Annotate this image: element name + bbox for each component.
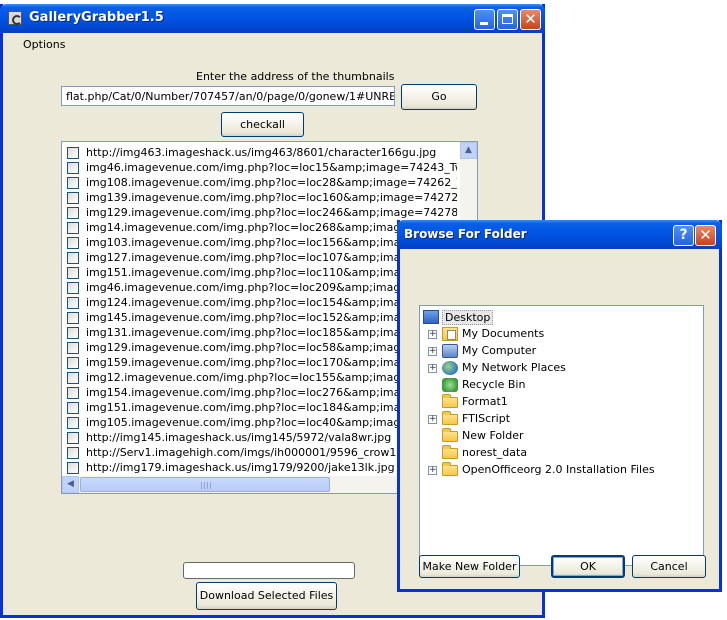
my-computer-icon xyxy=(442,344,458,358)
item-url: img108.imagevenue.com/img.php?loc=loc28&… xyxy=(86,176,457,189)
item-checkbox[interactable] xyxy=(67,462,79,474)
item-url: img129.imagevenue.com/img.php?loc=loc246… xyxy=(86,206,457,219)
item-checkbox[interactable] xyxy=(67,432,79,444)
item-checkbox[interactable] xyxy=(67,342,79,354)
tree-item-label: Recycle Bin xyxy=(462,378,526,391)
cancel-button[interactable]: Cancel xyxy=(632,555,706,578)
item-url: http://Serv1.imagehigh.com/imgs/ih000001… xyxy=(86,446,437,459)
checkall-button[interactable]: checkall xyxy=(221,112,304,137)
tree-item-label: My Documents xyxy=(462,327,545,340)
folder-icon xyxy=(442,394,458,408)
tree-item-label: norest_data xyxy=(462,446,528,459)
menu-options[interactable]: Options xyxy=(23,38,65,51)
expand-plus-icon[interactable]: + xyxy=(428,466,437,475)
address-input[interactable]: flat.php/Cat/0/Number/707457/an/0/page/0… xyxy=(61,86,395,106)
folder-icon xyxy=(442,428,458,442)
make-new-folder-button[interactable]: Make New Folder xyxy=(419,555,520,578)
desktop-icon xyxy=(423,310,439,324)
item-checkbox[interactable] xyxy=(67,282,79,294)
item-checkbox[interactable] xyxy=(67,162,79,174)
item-checkbox[interactable] xyxy=(67,222,79,234)
list-item[interactable]: img108.imagevenue.com/img.php?loc=loc28&… xyxy=(62,175,457,190)
list-item[interactable]: img139.imagevenue.com/img.php?loc=loc160… xyxy=(62,190,457,205)
item-url: img139.imagevenue.com/img.php?loc=loc160… xyxy=(86,191,457,204)
item-url: img46.imagevenue.com/img.php?loc=loc15&a… xyxy=(86,161,457,174)
item-checkbox[interactable] xyxy=(67,327,79,339)
item-checkbox[interactable] xyxy=(67,192,79,204)
tree-item-label: My Computer xyxy=(462,344,537,357)
help-icon: ? xyxy=(679,227,688,243)
tree-item-label: Desktop xyxy=(442,310,494,325)
close-icon: ✕ xyxy=(524,10,537,28)
tree-item-label: OpenOfficeorg 2.0 Installation Files xyxy=(462,463,655,476)
minimize-button[interactable] xyxy=(474,9,495,30)
main-titlebar[interactable]: GalleryGrabber1.5 ✕ xyxy=(0,4,545,33)
item-checkbox[interactable] xyxy=(67,147,79,159)
go-button[interactable]: Go xyxy=(401,84,477,110)
item-url: http://img463.imageshack.us/img463/8601/… xyxy=(86,146,437,159)
folder-icon xyxy=(442,411,458,425)
expand-plus-icon[interactable]: + xyxy=(428,415,437,424)
item-checkbox[interactable] xyxy=(67,357,79,369)
item-checkbox[interactable] xyxy=(67,237,79,249)
item-checkbox[interactable] xyxy=(67,297,79,309)
network-places-icon xyxy=(442,361,458,375)
maximize-icon xyxy=(502,14,513,24)
tree-item-label: My Network Places xyxy=(462,361,566,374)
dialog-titlebar[interactable]: Browse For Folder ? ✕ xyxy=(397,220,722,249)
item-checkbox[interactable] xyxy=(67,387,79,399)
item-checkbox[interactable] xyxy=(67,177,79,189)
item-checkbox[interactable] xyxy=(67,417,79,429)
list-item[interactable]: http://img463.imageshack.us/img463/8601/… xyxy=(62,145,457,160)
close-icon: ✕ xyxy=(699,226,712,244)
expand-plus-icon[interactable]: + xyxy=(428,347,437,356)
app-icon xyxy=(8,11,22,25)
window-title: GalleryGrabber1.5 xyxy=(29,10,164,25)
expand-plus-icon[interactable]: + xyxy=(428,364,437,373)
browse-folder-dialog: Browse For Folder ? ✕ Desktop + My Documen… xyxy=(397,220,722,592)
ok-button-label: OK xyxy=(580,560,596,573)
folder-icon xyxy=(442,462,458,476)
scroll-left-arrow-icon[interactable]: ◀ xyxy=(62,476,79,493)
tree-item-label: FTIScript xyxy=(462,412,511,425)
maximize-button[interactable] xyxy=(497,9,518,30)
recycle-bin-icon xyxy=(442,378,458,392)
item-checkbox[interactable] xyxy=(67,402,79,414)
download-selected-button[interactable]: Download Selected Files xyxy=(196,582,337,610)
cancel-button-label: Cancel xyxy=(650,560,688,573)
checkall-button-label: checkall xyxy=(240,118,285,131)
download-button-label: Download Selected Files xyxy=(199,589,334,602)
tree-item-label: Format1 xyxy=(462,395,508,408)
item-checkbox[interactable] xyxy=(67,312,79,324)
address-prompt-label: Enter the address of the thumbnails xyxy=(196,70,395,83)
folder-icon xyxy=(442,445,458,459)
grip-icon xyxy=(201,482,211,489)
dialog-title: Browse For Folder xyxy=(404,227,527,241)
list-item[interactable]: img129.imagevenue.com/img.php?loc=loc246… xyxy=(62,205,457,220)
item-checkbox[interactable] xyxy=(67,267,79,279)
item-checkbox[interactable] xyxy=(67,447,79,459)
item-checkbox[interactable] xyxy=(67,372,79,384)
my-documents-icon xyxy=(442,327,458,341)
item-checkbox[interactable] xyxy=(67,207,79,219)
expand-plus-icon[interactable]: + xyxy=(428,330,437,339)
folder-tree[interactable]: Desktop + My Documents + My Computer + My Netw… xyxy=(419,305,704,566)
tree-item-label: New Folder xyxy=(462,429,524,442)
download-progress-bar xyxy=(183,562,355,579)
item-url: http://img179.imageshack.us/img179/9200/… xyxy=(86,461,395,474)
make-new-folder-label: Make New Folder xyxy=(422,560,517,573)
item-url: http://img145.imageshack.us/img145/5972/… xyxy=(86,431,392,444)
list-item[interactable]: img46.imagevenue.com/img.php?loc=loc15&a… xyxy=(62,160,457,175)
menu-bar: Options xyxy=(3,33,542,55)
go-button-label: Go xyxy=(431,90,447,103)
close-button[interactable]: ✕ xyxy=(520,9,541,30)
horizontal-scroll-thumb[interactable] xyxy=(80,477,330,492)
dialog-close-button[interactable]: ✕ xyxy=(695,225,716,246)
item-checkbox[interactable] xyxy=(67,252,79,264)
ok-button[interactable]: OK xyxy=(551,555,625,578)
scroll-up-arrow-icon[interactable]: ▲ xyxy=(460,142,477,159)
minimize-icon xyxy=(480,22,488,25)
help-button[interactable]: ? xyxy=(673,225,694,246)
